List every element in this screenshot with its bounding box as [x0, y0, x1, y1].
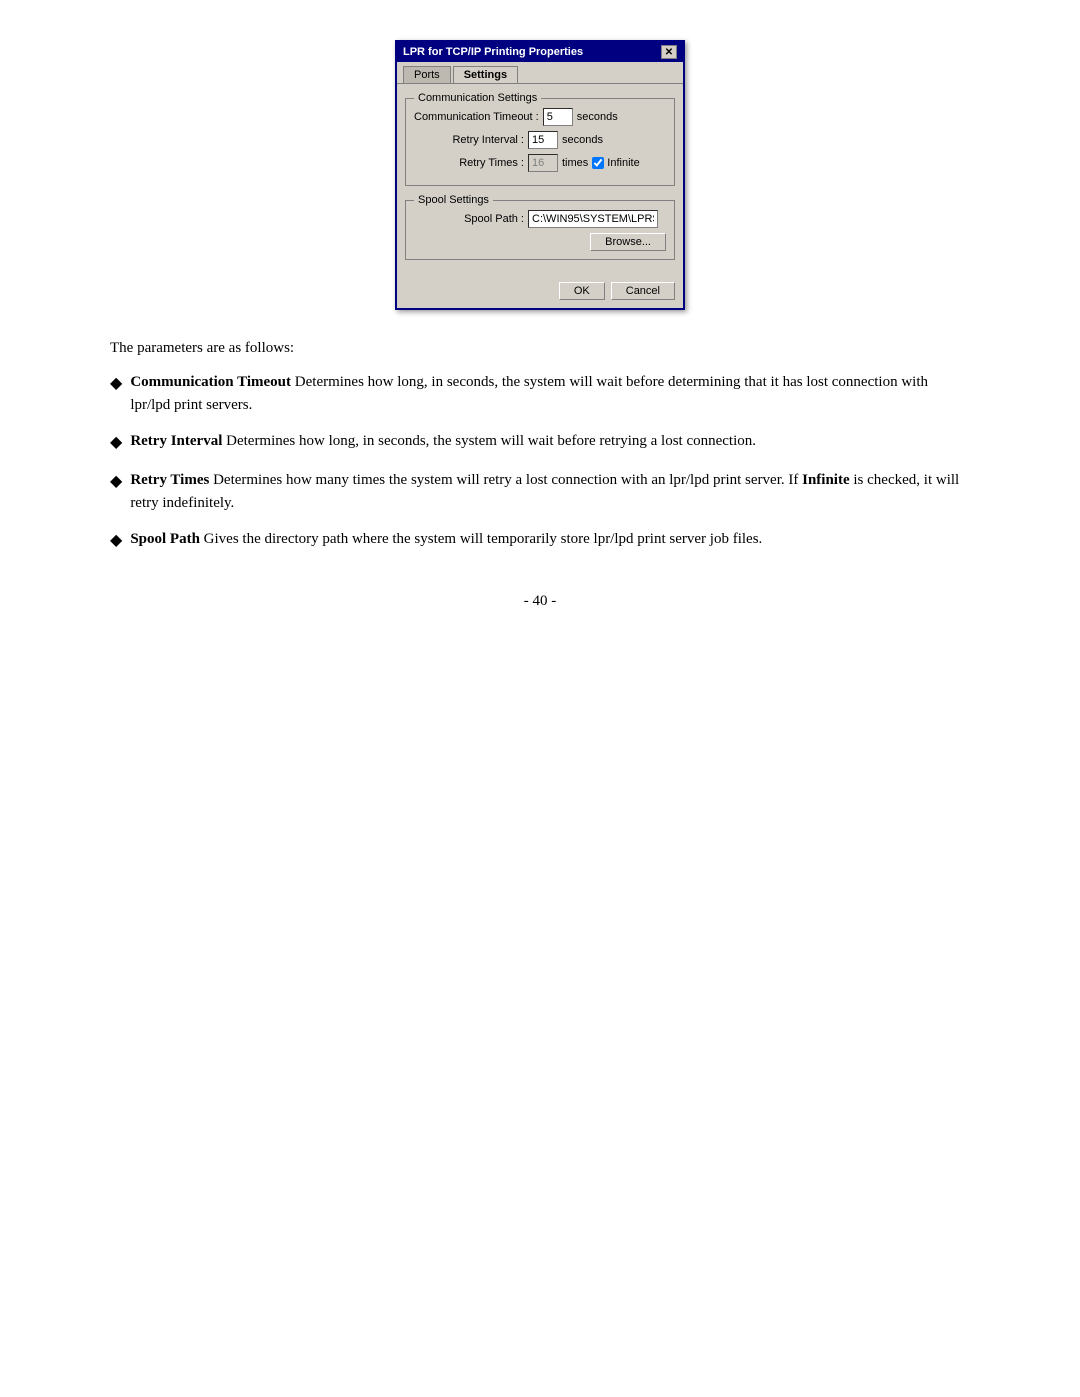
browse-row: Browse... — [414, 233, 666, 251]
list-item: ◆ Retry Interval Determines how long, in… — [110, 430, 970, 455]
retry-times-input[interactable] — [528, 154, 558, 172]
dialog-buttons: OK Cancel — [397, 276, 683, 308]
list-item: ◆ Communication Timeout Determines how l… — [110, 371, 970, 416]
spool-path-input[interactable] — [528, 210, 658, 228]
main-text: The parameters are as follows: ◆ Communi… — [90, 340, 990, 610]
comm-settings-legend: Communication Settings — [414, 92, 541, 104]
dialog-titlebar: LPR for TCP/IP Printing Properties ✕ — [397, 42, 683, 62]
retry-interval-text: Determines how long, in seconds, the sys… — [226, 433, 756, 449]
timeout-label: Communication Timeout : — [414, 111, 539, 123]
tab-settings[interactable]: Settings — [453, 66, 518, 83]
dialog-tabs: Ports Settings — [397, 62, 683, 84]
tab-ports[interactable]: Ports — [403, 66, 451, 83]
bullet-content: Communication Timeout Determines how lon… — [130, 371, 970, 416]
retry-interval-input[interactable] — [528, 131, 558, 149]
ok-button[interactable]: OK — [559, 282, 605, 300]
bullet-content: Retry Interval Determines how long, in s… — [130, 430, 970, 453]
dialog-body: Communication Settings Communication Tim… — [397, 84, 683, 276]
spool-settings-group: Spool Settings Spool Path : Browse... — [405, 194, 675, 260]
timeout-row: Communication Timeout : seconds — [414, 108, 666, 126]
term-infinite: Infinite — [802, 472, 850, 488]
retry-times-label: Retry Times : — [414, 157, 524, 169]
bullet-content: Retry Times Determines how many times th… — [130, 469, 970, 514]
list-item: ◆ Retry Times Determines how many times … — [110, 469, 970, 514]
page: LPR for TCP/IP Printing Properties ✕ Por… — [60, 40, 1020, 610]
retry-interval-unit: seconds — [562, 134, 603, 146]
spool-path-text: Gives the directory path where the syste… — [204, 531, 763, 547]
bullet-list: ◆ Communication Timeout Determines how l… — [110, 371, 970, 553]
retry-times-unit: times — [562, 157, 588, 169]
bullet-content: Spool Path Gives the directory path wher… — [130, 528, 970, 551]
term-retry-times: Retry Times — [130, 472, 209, 488]
term-retry-interval: Retry Interval — [130, 433, 222, 449]
bullet-icon: ◆ — [110, 529, 122, 553]
close-button[interactable]: ✕ — [661, 45, 677, 59]
retry-interval-row: Retry Interval : seconds — [414, 131, 666, 149]
infinite-label: Infinite — [607, 157, 639, 169]
retry-times-row: Retry Times : times Infinite — [414, 154, 666, 172]
infinite-checkbox-row: Infinite — [592, 157, 639, 169]
page-number: - 40 - — [110, 593, 970, 610]
dialog-wrapper: LPR for TCP/IP Printing Properties ✕ Por… — [60, 40, 1020, 310]
list-item: ◆ Spool Path Gives the directory path wh… — [110, 528, 970, 553]
retry-times-text: Determines how many times the system wil… — [213, 472, 802, 488]
cancel-button[interactable]: Cancel — [611, 282, 675, 300]
spool-settings-legend: Spool Settings — [414, 194, 493, 206]
intro-paragraph: The parameters are as follows: — [110, 340, 970, 357]
retry-interval-label: Retry Interval : — [414, 134, 524, 146]
term-spool-path: Spool Path — [130, 531, 200, 547]
spool-path-label: Spool Path : — [414, 213, 524, 225]
spool-path-row: Spool Path : — [414, 210, 666, 228]
infinite-checkbox[interactable] — [592, 157, 604, 169]
browse-button[interactable]: Browse... — [590, 233, 666, 251]
comm-settings-group: Communication Settings Communication Tim… — [405, 92, 675, 186]
bullet-icon: ◆ — [110, 372, 122, 396]
dialog: LPR for TCP/IP Printing Properties ✕ Por… — [395, 40, 685, 310]
dialog-title: LPR for TCP/IP Printing Properties — [403, 46, 583, 58]
term-communication-timeout: Communication Timeout — [130, 374, 291, 390]
timeout-unit: seconds — [577, 111, 618, 123]
bullet-icon: ◆ — [110, 431, 122, 455]
timeout-input[interactable] — [543, 108, 573, 126]
bullet-icon: ◆ — [110, 470, 122, 494]
